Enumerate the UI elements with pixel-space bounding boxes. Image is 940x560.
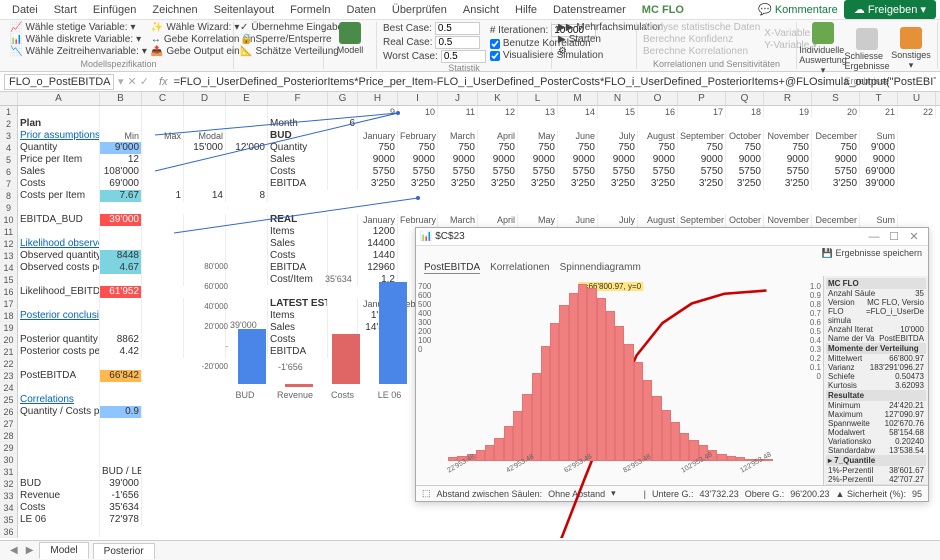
embedded-bar-chart: 80'000 60'000 40'000 20'000 - -20'000 39… <box>200 262 420 402</box>
menu-seitenlayout[interactable]: Seitenlayout <box>206 2 283 18</box>
tab-spinnen[interactable]: Spinnendiagramm <box>560 262 641 274</box>
group-label-korr: Korrelationen und Sensitivitäten <box>643 59 790 69</box>
ribbon: 📈 Wähle stetige Variable: ▾ 📊 Wähle disk… <box>0 20 940 72</box>
menu-start[interactable]: Start <box>46 2 85 18</box>
simwin-title: 📊 $C$23 <box>420 231 465 242</box>
analyse-stat: Analyse statistische Daten <box>643 22 760 33</box>
uebernehme[interactable]: ✓ Übernehme Eingabe <box>240 22 317 33</box>
chk-korrelation[interactable] <box>490 39 500 49</box>
schaetze[interactable]: 📐 Schätze Verteilung <box>240 46 317 57</box>
menu-ueberpruefen[interactable]: Überprüfen <box>384 2 455 18</box>
menubar: Datei Start Einfügen Zeichnen Seitenlayo… <box>0 0 940 20</box>
indiv-auswertung[interactable]: Individuelle Auswertung ▾ <box>803 22 843 76</box>
sicherheit-input[interactable]: 95 <box>912 489 922 499</box>
menu-formeln[interactable]: Formeln <box>282 2 338 18</box>
schliesse-icon <box>856 28 878 50</box>
berechne-korr: Berechne Korrelationen <box>643 46 760 57</box>
chk-visualisiere[interactable] <box>490 51 500 61</box>
indiv-icon <box>812 22 834 44</box>
menu-ansicht[interactable]: Ansicht <box>455 2 507 18</box>
menu-zeichnen[interactable]: Zeichnen <box>144 2 205 18</box>
sonstiges-icon <box>900 27 922 49</box>
share-button[interactable]: ☁ Freigeben ▾ <box>844 0 936 19</box>
stats-panel: MC FLO Anzahl Säule35VersionMC FLO, Vers… <box>823 276 928 485</box>
sperre[interactable]: 🔒 Sperre/Entsperre <box>240 34 317 45</box>
group-label-statistik: Statistik <box>383 63 545 73</box>
fx-icon[interactable]: fx <box>159 76 168 88</box>
menu-einfuegen[interactable]: Einfügen <box>85 2 144 18</box>
best-case-input[interactable] <box>435 22 480 35</box>
menu-daten[interactable]: Daten <box>339 2 384 18</box>
simulation-window: 📊 $C$23 — ☐ ✕ 💾 Ergebnisse speichern Pos… <box>415 227 929 502</box>
tab-nav-next[interactable]: ▶ <box>24 545 36 556</box>
var-stetig[interactable]: 📈 Wähle stetige Variable: ▾ <box>10 22 147 33</box>
maximize-icon[interactable]: ☐ <box>884 230 904 243</box>
obere-input[interactable]: 96'200.23 <box>790 489 829 499</box>
modell-button[interactable]: Modell <box>330 22 370 55</box>
group-label-modell: Modellspezifikation <box>10 59 227 69</box>
tab-postebitda[interactable]: PostEBITDA <box>424 262 480 274</box>
tab-korrelationen[interactable]: Korrelationen <box>490 262 549 274</box>
mehrfachsim[interactable]: ▶▶ Mehrfachsimulation <box>558 22 630 33</box>
worst-case-input[interactable] <box>441 50 486 63</box>
menu-datei[interactable]: Datei <box>4 2 46 18</box>
close-icon[interactable]: ✕ <box>904 230 924 243</box>
spreadsheet-grid[interactable]: A B C D E F G H I J K L M N O P Q R S T … <box>0 92 940 538</box>
real-case-input[interactable] <box>435 36 480 49</box>
formula-text[interactable]: =FLO_i_UserDefined_PosteriorItems*Price_… <box>174 76 936 88</box>
tab-model[interactable]: Model <box>39 542 88 559</box>
menu-hilfe[interactable]: Hilfe <box>507 2 545 18</box>
name-box[interactable]: FLO_o_PostEBITDA <box>4 74 114 90</box>
var-diskret[interactable]: 📊 Wähle diskrete Variable: ▾ <box>10 34 147 45</box>
menu-mcflo[interactable]: MC FLO <box>634 2 692 18</box>
formula-bar: FLO_o_PostEBITDA ▾ ✕ ✓ fx =FLO_i_UserDef… <box>0 72 940 92</box>
abstand-icon[interactable]: ⬚ <box>422 488 431 499</box>
menu-datenstreamer[interactable]: Datenstreamer <box>545 2 634 18</box>
sonstiges[interactable]: Sonstiges ▾ <box>891 27 931 71</box>
save-results[interactable]: 💾 Ergebnisse speichern <box>822 248 922 259</box>
tab-posterior[interactable]: Posterior <box>93 543 155 559</box>
var-zeit[interactable]: 📉 Wähle Zeitreihenvariable: ▾ <box>10 46 147 57</box>
modell-icon <box>339 22 361 44</box>
tab-nav-prev[interactable]: ◀ <box>8 545 20 556</box>
sheet-tabs: ◀ ▶ Model Posterior <box>0 540 940 560</box>
sim-misc[interactable]: ⚙ <box>558 46 630 57</box>
comments-button[interactable]: 💬 Kommentare <box>758 3 838 16</box>
minimize-icon[interactable]: — <box>864 231 884 243</box>
starten[interactable]: ▶ Starten <box>558 34 630 45</box>
berechne-konf: Berechne Konfidenz <box>643 34 760 45</box>
schliesse-erg: Schliesse Ergebnisse <box>847 28 887 71</box>
